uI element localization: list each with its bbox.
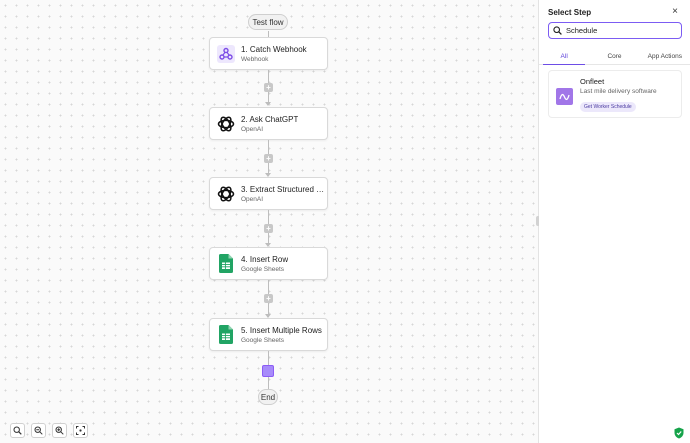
tab-app-actions[interactable]: App Actions (640, 50, 690, 64)
step-title: 3. Extract Structured D... (241, 184, 327, 194)
google-sheets-icon (216, 325, 236, 345)
tab-all[interactable]: All (539, 50, 589, 65)
step-title: 2. Ask ChatGPT (241, 114, 299, 124)
connector-line (268, 210, 269, 224)
add-step-button[interactable]: + (264, 154, 273, 163)
search-input[interactable] (566, 26, 676, 35)
result-name: Onfleet (580, 77, 605, 86)
step-title: 4. Insert Row (241, 254, 289, 264)
test-flow-button[interactable]: Test flow (248, 14, 288, 30)
zoom-in-icon[interactable] (52, 423, 67, 438)
step-node-insert-multiple-rows[interactable]: 5. Insert Multiple Rows Google Sheets (209, 318, 328, 351)
zoom-controls (10, 423, 88, 438)
tab-core[interactable]: Core (589, 50, 639, 64)
step-subtitle: Webhook (241, 55, 269, 63)
connector-arrow (265, 102, 271, 106)
add-step-button[interactable]: + (264, 83, 273, 92)
close-icon[interactable]: × (672, 6, 678, 17)
zoom-fit-icon[interactable] (10, 423, 25, 438)
google-sheets-icon (216, 254, 236, 274)
step-node-catch-webhook[interactable]: 1. Catch Webhook Webhook (209, 37, 328, 70)
connector-line (268, 140, 269, 154)
step-node-extract-structured-data[interactable]: 3. Extract Structured D... OpenAI (209, 177, 328, 210)
connector-line (268, 303, 269, 314)
connector-line (268, 233, 269, 243)
add-step-button[interactable]: + (264, 224, 273, 233)
step-category-tabs: All Core App Actions (539, 50, 690, 65)
connector-line (268, 92, 269, 102)
end-label: End (258, 389, 278, 405)
step-subtitle: Google Sheets (241, 336, 285, 344)
openai-icon (216, 184, 236, 204)
focus-icon[interactable] (73, 423, 88, 438)
zoom-out-icon[interactable] (31, 423, 46, 438)
connector-line (268, 377, 269, 389)
step-subtitle: OpenAI (241, 125, 264, 133)
connector-line (268, 280, 269, 294)
openai-icon (216, 114, 236, 134)
step-title: 1. Catch Webhook (241, 44, 307, 54)
result-description: Last mile delivery software (580, 88, 657, 95)
connector-line (268, 351, 269, 365)
connector-line (268, 70, 269, 83)
onfleet-logo-icon (556, 88, 573, 105)
search-box[interactable] (548, 22, 682, 39)
search-result-onfleet[interactable]: Onfleet Last mile delivery software Get … (548, 70, 682, 118)
step-node-insert-row[interactable]: 4. Insert Row Google Sheets (209, 247, 328, 280)
step-title: 5. Insert Multiple Rows (241, 325, 322, 335)
flow-canvas[interactable]: Test flow 1. Catch Webhook Webhook + 2. … (0, 0, 538, 443)
select-step-panel: Select Step × All Core App Actions Onfle… (539, 0, 690, 443)
action-chip-get-worker-schedule[interactable]: Get Worker Schedule (580, 102, 636, 112)
shield-check-icon[interactable] (674, 426, 684, 443)
webhook-icon (216, 44, 236, 64)
step-subtitle: Google Sheets (241, 265, 285, 273)
search-icon (553, 22, 562, 40)
step-subtitle: OpenAI (241, 195, 264, 203)
step-node-ask-chatgpt[interactable]: 2. Ask ChatGPT OpenAI (209, 107, 328, 140)
add-step-button[interactable]: + (264, 294, 273, 303)
connector-line (268, 163, 269, 173)
panel-title: Select Step (548, 8, 592, 17)
add-step-end-button[interactable] (262, 365, 274, 377)
